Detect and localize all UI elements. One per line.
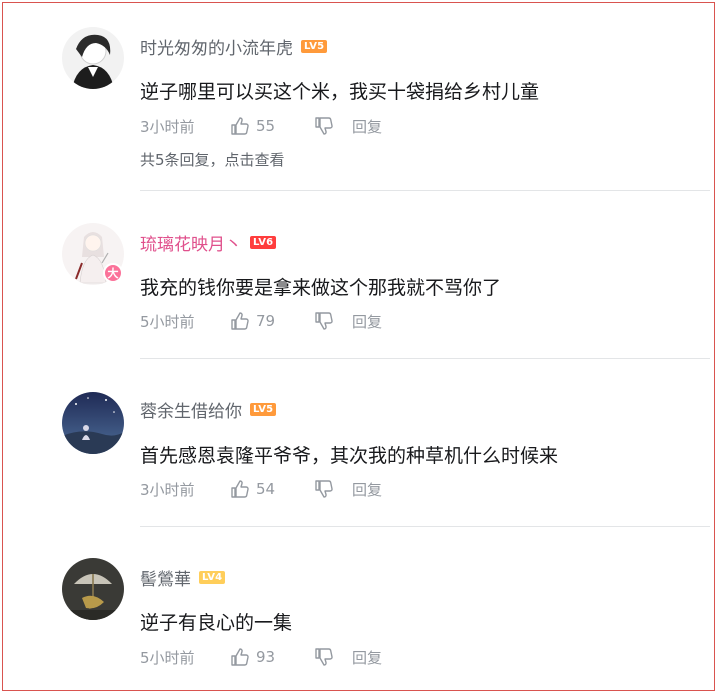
comment-item: 时光匆匆的小流年虎 LV5 逆子哪里可以买这个米，我买十袋捐给乡村儿童 3小时前… <box>0 0 719 169</box>
like-count: 55 <box>256 117 276 135</box>
comment-header: 琉璃花映月丶 LV6 <box>140 230 277 255</box>
like-button[interactable]: 54 <box>230 479 314 499</box>
comment-actions: 3小时前 55 回复 <box>140 115 382 137</box>
like-button[interactable]: 79 <box>230 311 314 331</box>
thumbs-down-icon <box>315 117 333 135</box>
avatar[interactable] <box>62 392 124 454</box>
thumbs-up-icon <box>231 312 249 330</box>
comment-text: 我充的钱你要是拿来做这个那我就不骂你了 <box>140 277 502 299</box>
thumbs-up-icon <box>231 480 249 498</box>
dislike-button[interactable] <box>314 647 352 667</box>
like-button[interactable]: 55 <box>230 116 314 136</box>
dislike-button[interactable] <box>314 116 352 136</box>
reply-button[interactable]: 回复 <box>352 311 382 332</box>
avatar[interactable] <box>62 27 124 89</box>
username[interactable]: 蓉余生借给你 <box>140 397 242 422</box>
level-badge: LV5 <box>301 39 328 53</box>
comment-time: 5小时前 <box>140 648 195 667</box>
comment-time: 3小时前 <box>140 480 195 499</box>
comment-header: 蓉余生借给你 LV5 <box>140 397 277 422</box>
comment-item: 大 琉璃花映月丶 LV6 我充的钱你要是拿来做这个那我就不骂你了 5小时前 79… <box>0 190 719 350</box>
comment-item: 蓉余生借给你 LV5 首先感恩袁隆平爷爷，其次我的种草机什么时候来 3小时前 5… <box>0 358 719 518</box>
thumbs-down-icon <box>315 480 333 498</box>
comment-time: 3小时前 <box>140 117 195 136</box>
username[interactable]: 琉璃花映月丶 <box>140 230 242 255</box>
comment-time: 5小时前 <box>140 312 195 331</box>
reply-button[interactable]: 回复 <box>352 479 382 500</box>
dislike-button[interactable] <box>314 479 352 499</box>
username[interactable]: 髻鶯華 <box>140 565 191 590</box>
comment-actions: 5小时前 79 回复 <box>140 310 382 332</box>
thumbs-up-icon <box>231 117 249 135</box>
like-count: 79 <box>256 312 276 330</box>
like-count: 93 <box>256 648 276 666</box>
vip-badge: 大 <box>103 263 123 283</box>
username[interactable]: 时光匆匆的小流年虎 <box>140 34 293 59</box>
level-badge: LV5 <box>250 402 277 416</box>
thumbs-up-icon <box>231 648 249 666</box>
thumbs-down-icon <box>315 312 333 330</box>
level-badge: LV6 <box>250 235 277 249</box>
comment-actions: 3小时前 54 回复 <box>140 478 382 500</box>
reply-button[interactable]: 回复 <box>352 647 382 668</box>
comment-text: 首先感恩袁隆平爷爷，其次我的种草机什么时候来 <box>140 445 559 467</box>
comment-header: 髻鶯華 LV4 <box>140 565 226 590</box>
comment-text: 逆子哪里可以买这个米，我买十袋捐给乡村儿童 <box>140 81 540 103</box>
comment-actions: 5小时前 93 回复 <box>140 646 382 668</box>
view-replies-link[interactable]: 共5条回复，点击查看 <box>140 149 285 170</box>
like-button[interactable]: 93 <box>230 647 314 667</box>
comment-item: 髻鶯華 LV4 逆子有良心的一集 5小时前 93 回复 <box>0 526 719 686</box>
dislike-button[interactable] <box>314 311 352 331</box>
level-badge: LV4 <box>199 570 226 584</box>
comment-header: 时光匆匆的小流年虎 LV5 <box>140 34 328 59</box>
comment-text: 逆子有良心的一集 <box>140 612 293 634</box>
thumbs-down-icon <box>315 648 333 666</box>
reply-button[interactable]: 回复 <box>352 116 382 137</box>
avatar[interactable] <box>62 558 124 620</box>
like-count: 54 <box>256 480 276 498</box>
